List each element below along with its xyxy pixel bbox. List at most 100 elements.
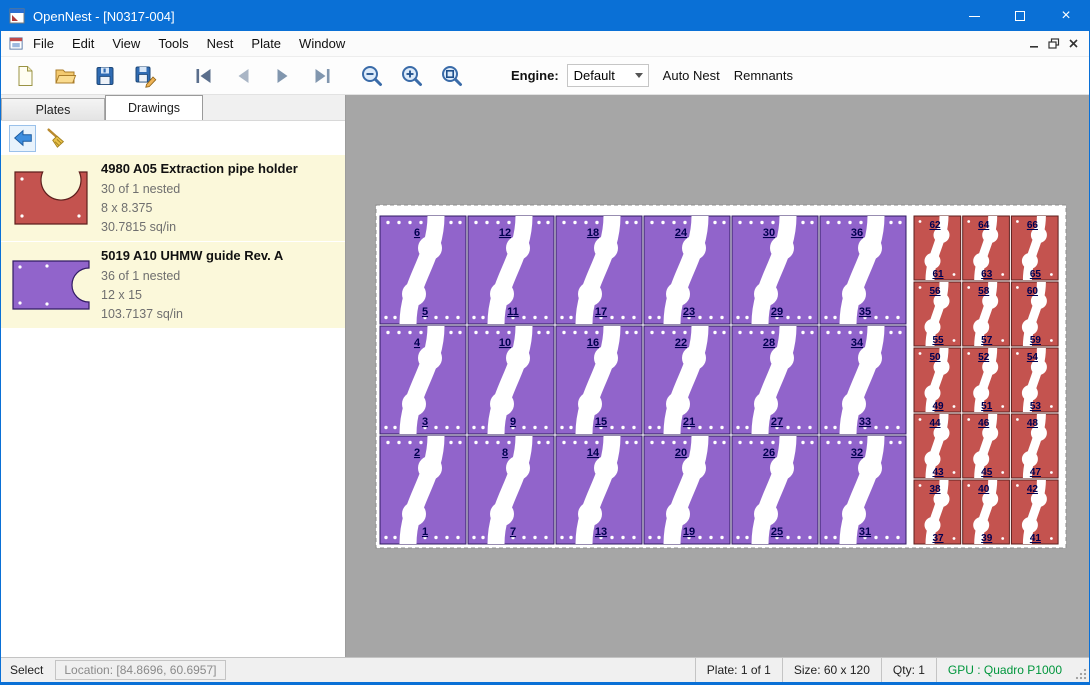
last-plate-button[interactable]	[307, 60, 339, 92]
part-number: 60	[1027, 286, 1039, 297]
nested-part-pair[interactable]: 1817	[556, 216, 642, 324]
part-number: 4	[414, 337, 421, 349]
part-number: 42	[1027, 484, 1039, 495]
part-number: 14	[587, 447, 600, 459]
menu-edit[interactable]: Edit	[63, 32, 103, 55]
nested-part-pair[interactable]: 26 25	[732, 436, 818, 544]
plate-view[interactable]: 6512111817242330293635431091615222128273…	[346, 95, 1089, 657]
nested-part-pair[interactable]: 2221	[644, 326, 730, 434]
nested-part-pair[interactable]: 109	[468, 326, 554, 434]
nested-part-pair[interactable]: 4039	[963, 480, 1010, 544]
nested-part-pair[interactable]: 5251	[963, 348, 1010, 412]
nested-part-pair[interactable]: 3231	[820, 436, 906, 544]
nested-part-pair[interactable]: 14 13	[556, 436, 642, 544]
auto-nest-button[interactable]: Auto Nest	[663, 68, 720, 83]
zoom-fit-icon	[439, 63, 464, 88]
drawing-list-item[interactable]: 5019 A10 UHMW guide Rev. A 36 of 1 neste…	[1, 242, 345, 328]
part-number: 57	[981, 335, 993, 346]
nested-part-pair[interactable]: 1211	[468, 216, 554, 324]
close-button[interactable]: ×	[1043, 1, 1089, 31]
drawing-list-item[interactable]: 4980 A05 Extraction pipe holder 30 of 1 …	[1, 155, 345, 241]
part-number: 58	[978, 286, 990, 297]
menu-file[interactable]: File	[24, 32, 63, 55]
part-number: 15	[595, 416, 607, 428]
previous-icon	[232, 65, 254, 87]
nested-part-pair[interactable]: 4847	[1011, 414, 1058, 478]
menu-window[interactable]: Window	[290, 32, 354, 55]
nested-part-pair[interactable]: 4645	[963, 414, 1010, 478]
tab-plates[interactable]: Plates	[1, 98, 105, 120]
save-button[interactable]	[89, 60, 121, 92]
save-as-button[interactable]	[129, 60, 161, 92]
menu-plate[interactable]: Plate	[242, 32, 290, 55]
clear-drawings-button[interactable]	[42, 125, 69, 152]
nested-part-pair[interactable]: 5655	[914, 282, 961, 346]
zoom-fit-button[interactable]	[435, 60, 467, 92]
part-number: 6	[414, 227, 420, 239]
part-number: 33	[859, 416, 871, 428]
nested-part-pair[interactable]: 21	[380, 436, 466, 544]
zoom-in-button[interactable]	[395, 60, 427, 92]
titlebar[interactable]: OpenNest - [N0317-004] ×	[1, 1, 1089, 31]
nested-part-pair[interactable]: 5453	[1011, 348, 1058, 412]
previous-plate-button[interactable]	[227, 60, 259, 92]
nested-part-pair[interactable]: 6665	[1011, 216, 1058, 280]
zoom-out-icon	[359, 63, 384, 88]
engine-value: Default	[568, 68, 635, 83]
nested-part-pair[interactable]: 3433	[820, 326, 906, 434]
nested-part-pair[interactable]: 3837	[914, 480, 961, 544]
maximize-button[interactable]	[997, 1, 1043, 31]
save-as-icon	[133, 64, 157, 88]
nested-part-pair[interactable]: 4443	[914, 414, 961, 478]
zoom-in-icon	[399, 63, 424, 88]
nested-part-pair[interactable]: 5049	[914, 348, 961, 412]
first-plate-button[interactable]	[187, 60, 219, 92]
next-icon	[272, 65, 294, 87]
save-icon	[93, 64, 117, 88]
menu-tools[interactable]: Tools	[149, 32, 197, 55]
menu-view[interactable]: View	[103, 32, 149, 55]
first-icon	[192, 65, 214, 87]
nested-part-pair[interactable]: 6463	[963, 216, 1010, 280]
nested-part-pair[interactable]: 3029	[732, 216, 818, 324]
mdi-close-button[interactable]	[1068, 38, 1079, 49]
mdi-restore-button[interactable]	[1048, 38, 1060, 49]
nested-part-pair[interactable]: 4241	[1011, 480, 1058, 544]
nested-part-pair[interactable]: 65	[380, 216, 466, 324]
menu-bar: File Edit View Tools Nest Plate Window	[1, 31, 1089, 57]
resize-grip[interactable]	[1073, 658, 1089, 682]
next-plate-button[interactable]	[267, 60, 299, 92]
part-number: 21	[683, 416, 695, 428]
nested-part-pair[interactable]: 2423	[644, 216, 730, 324]
nested-part-pair[interactable]: 6059	[1011, 282, 1058, 346]
drawing-area: 30.7815 sq/in	[101, 218, 298, 237]
nested-part-pair[interactable]: 58 57	[963, 282, 1010, 346]
menu-nest[interactable]: Nest	[198, 32, 243, 55]
minimize-button[interactable]	[951, 1, 997, 31]
mdi-minimize-button[interactable]	[1029, 39, 1040, 49]
part-number: 44	[929, 418, 941, 429]
nested-part-pair[interactable]: 43	[380, 326, 466, 434]
nested-part-pair[interactable]: 3635	[820, 216, 906, 324]
remnants-button[interactable]: Remnants	[734, 68, 793, 83]
tab-drawings[interactable]: Drawings	[105, 95, 203, 120]
nested-part-pair[interactable]: 87	[468, 436, 554, 544]
part-number: 26	[763, 447, 775, 459]
nested-part-pair[interactable]: 6261	[914, 216, 961, 280]
nested-part-pair[interactable]: 2827	[732, 326, 818, 434]
zoom-out-button[interactable]	[355, 60, 387, 92]
nesting-canvas[interactable]: 6512111817242330293635431091615222128273…	[346, 95, 1089, 657]
engine-select[interactable]: Default	[567, 64, 649, 87]
part-number: 13	[595, 526, 607, 538]
part-number: 18	[587, 227, 599, 239]
nested-part-pair[interactable]: 2019	[644, 436, 730, 544]
part-number: 25	[771, 526, 783, 538]
open-button[interactable]	[49, 60, 81, 92]
part-number: 17	[595, 306, 607, 318]
open-folder-icon	[53, 64, 77, 88]
new-nest-button[interactable]	[9, 60, 41, 92]
drawing-size: 12 x 15	[101, 286, 283, 305]
import-drawing-button[interactable]	[9, 125, 36, 152]
nested-part-pair[interactable]: 1615	[556, 326, 642, 434]
part-number: 51	[981, 401, 993, 412]
